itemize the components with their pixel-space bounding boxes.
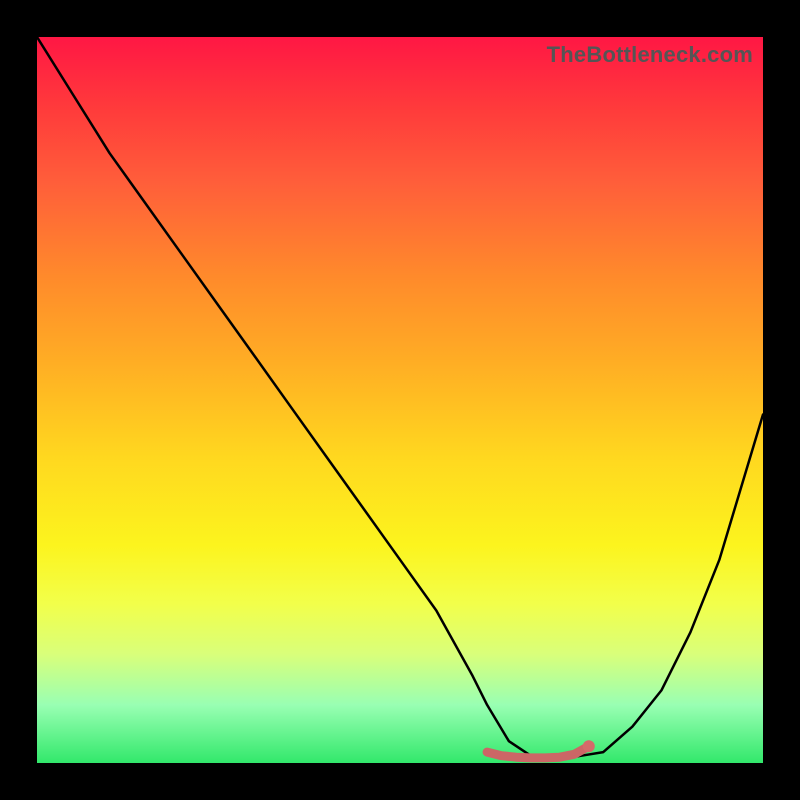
bottleneck-curve-path: [37, 37, 763, 759]
bottleneck-marker-endpoint: [583, 740, 595, 752]
chart-plot-area: TheBottleneck.com: [37, 37, 763, 763]
bottleneck-marker-path: [487, 746, 589, 758]
chart-frame: TheBottleneck.com: [0, 0, 800, 800]
chart-svg: [37, 37, 763, 763]
